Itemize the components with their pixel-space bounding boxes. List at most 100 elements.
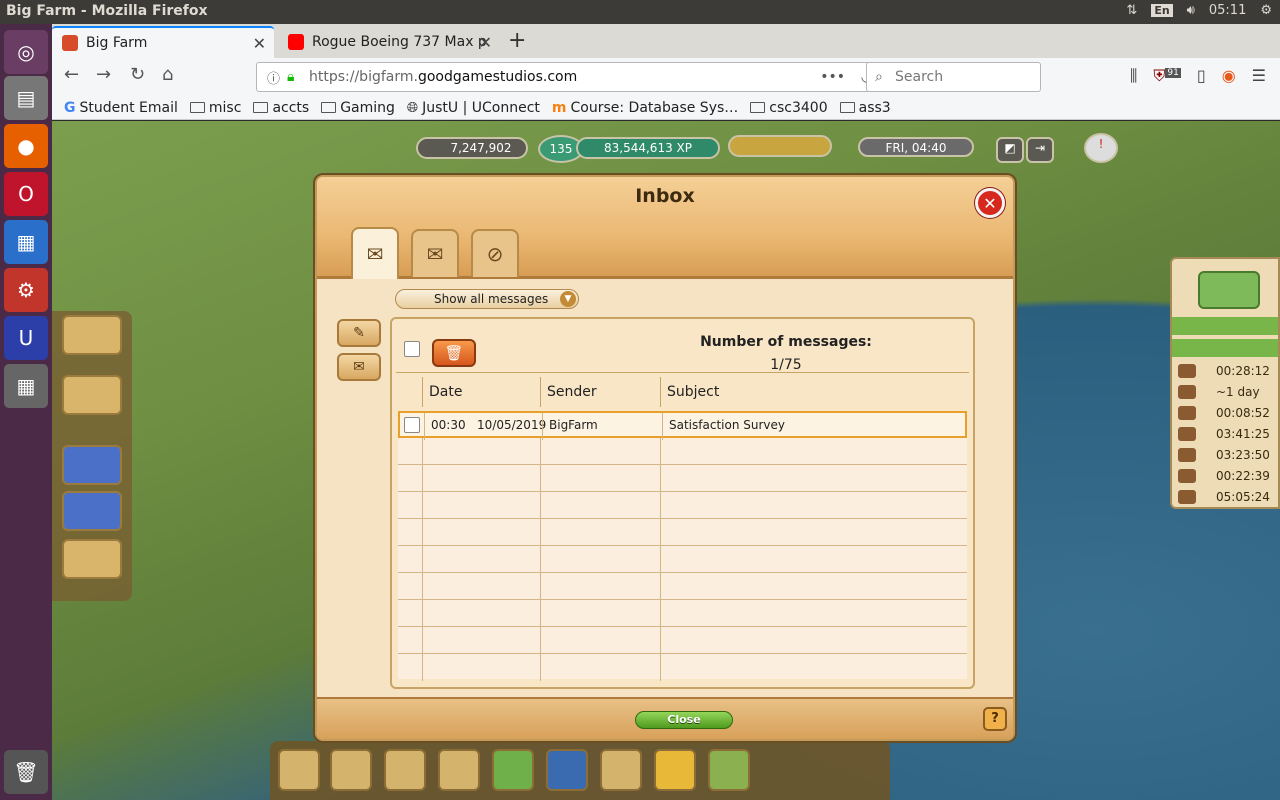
map-button[interactable]: [1198, 271, 1260, 309]
potion-quest-button[interactable]: [62, 315, 122, 355]
url-text[interactable]: https://bigfarm.goodgamestudios.com: [309, 69, 577, 85]
table-row[interactable]: 00:30 10/05/2019 BigFarm Satisfaction Su…: [398, 411, 967, 440]
ubuntu-dash-icon[interactable]: ◎: [4, 30, 48, 74]
big-farm-button[interactable]: [492, 749, 534, 791]
fullscreen-icon[interactable]: ⇥: [1026, 137, 1054, 163]
calendar-event-button-2[interactable]: [62, 491, 122, 531]
shop-button[interactable]: [278, 749, 320, 791]
timer-row[interactable]: 00:28:12: [1178, 361, 1278, 381]
menu-icon[interactable]: ☰: [1252, 66, 1266, 86]
bookmark-label: ass3: [858, 99, 891, 116]
calendar-event-button[interactable]: [62, 445, 122, 485]
tab-sent-messages[interactable]: ✉: [411, 229, 459, 277]
inbox-title: Inbox: [635, 185, 695, 207]
friends-button[interactable]: [438, 749, 480, 791]
opera-icon[interactable]: O: [4, 172, 48, 216]
coins-value: 7,247,902: [450, 141, 512, 155]
tab-rogue-boeing[interactable]: Rogue Boeing 737 Max p ✕: [278, 26, 500, 58]
unreal-icon[interactable]: U: [4, 316, 48, 360]
help-button[interactable]: ?: [983, 707, 1007, 731]
url-bar[interactable]: ⓘ 🔒︎ https://bigfarm.goodgamestudios.com…: [256, 62, 910, 92]
home-icon[interactable]: ⌂: [162, 64, 173, 85]
ublock-icon[interactable]: ⛨ 91: [1153, 66, 1181, 86]
settings-gear-icon[interactable]: ⚙: [1260, 3, 1272, 18]
timer-value: 00:08:52: [1216, 406, 1270, 420]
book-button[interactable]: [546, 749, 588, 791]
folder-icon: [189, 102, 205, 113]
firefox-icon[interactable]: ●: [4, 124, 48, 168]
bookmark-course-database[interactable]: m Course: Database Sys…: [552, 100, 738, 116]
search-input[interactable]: ⌕ Search: [866, 62, 1041, 92]
column-header-date[interactable]: Date: [422, 377, 540, 407]
timer-value: 03:23:50: [1216, 448, 1270, 462]
forward-icon[interactable]: →: [96, 64, 111, 85]
page-actions-icon[interactable]: •••: [820, 69, 845, 85]
timer-row[interactable]: 00:22:39: [1178, 466, 1278, 486]
close-tab-icon[interactable]: ✕: [253, 34, 266, 53]
bookmark-folder-ass3[interactable]: ass3: [839, 99, 891, 116]
tab-big-farm[interactable]: Big Farm ✕: [52, 26, 274, 58]
sidebar-icon[interactable]: ▯: [1197, 66, 1206, 86]
extension-icon[interactable]: ◉: [1222, 66, 1236, 86]
folder-icon: [253, 102, 269, 113]
tab-inbox-messages[interactable]: ✉: [351, 227, 399, 279]
chat-icon[interactable]: ◩: [996, 137, 1024, 163]
farmer-quest-button[interactable]: [62, 539, 122, 579]
network-icon[interactable]: ⇅: [1126, 3, 1137, 18]
bookmark-label: csc3400: [769, 99, 828, 116]
writer-icon[interactable]: ▦: [4, 220, 48, 264]
production-icon: [1178, 406, 1196, 420]
tasks-button[interactable]: [600, 749, 642, 791]
bookmark-student-email[interactable]: G Student Email: [64, 100, 178, 116]
tab-blocked-users[interactable]: ⊘: [471, 229, 519, 277]
calculator-icon[interactable]: ▦: [4, 364, 48, 408]
timer-row[interactable]: 05:05:24: [1178, 487, 1278, 507]
inbox-header: Inbox ✕ ✉ ✉ ⊘: [317, 177, 1013, 279]
row-checkbox[interactable]: [404, 417, 420, 433]
timer-row[interactable]: 03:23:50: [1178, 445, 1278, 465]
bookmark-folder-csc3400[interactable]: csc3400: [750, 99, 828, 116]
message-subject-cell: Satisfaction Survey: [662, 413, 965, 440]
timer-row[interactable]: ~1 day: [1178, 382, 1278, 402]
trophy-button[interactable]: [330, 749, 372, 791]
message-time: 00:30: [431, 418, 466, 432]
select-all-checkbox[interactable]: [404, 341, 420, 357]
close-button[interactable]: Close: [635, 711, 733, 729]
bookmarks-bar: G Student Email misc accts Gaming 🌐︎ JustU…: [52, 96, 1280, 120]
mail-button[interactable]: [384, 749, 426, 791]
close-dialog-icon[interactable]: ✕: [975, 188, 1005, 218]
alert-icon[interactable]: !: [1084, 133, 1118, 163]
lock-icon[interactable]: 🔒︎: [287, 69, 294, 85]
column-header-subject[interactable]: Subject: [660, 377, 966, 407]
close-tab-icon[interactable]: ✕: [479, 33, 492, 52]
timer-value: 05:05:24: [1216, 490, 1270, 504]
system-settings-icon[interactable]: ⚙: [4, 268, 48, 312]
trash-icon[interactable]: 🗑︎: [4, 750, 48, 794]
contacts-button[interactable]: ✉: [337, 353, 381, 381]
bookmark-folder-misc[interactable]: misc: [189, 100, 241, 116]
back-icon[interactable]: ←: [64, 64, 79, 85]
keyboard-layout-indicator[interactable]: En: [1151, 4, 1173, 17]
files-icon[interactable]: ▤: [4, 76, 48, 120]
write-message-button[interactable]: ✎: [337, 319, 381, 347]
timer-row[interactable]: 03:41:25: [1178, 424, 1278, 444]
volume-icon[interactable]: 🔊︎: [1187, 3, 1195, 18]
game-clock: FRI, 04:40: [858, 137, 974, 157]
new-tab-icon[interactable]: +: [508, 28, 526, 53]
message-count-label: Number of messages:: [700, 334, 872, 350]
bookmark-folder-accts[interactable]: accts: [253, 100, 309, 116]
reload-icon[interactable]: ↻: [130, 64, 145, 85]
inventory-button[interactable]: [708, 749, 750, 791]
site-info-icon[interactable]: ⓘ: [267, 68, 280, 87]
library-icon[interactable]: ⫼: [1130, 66, 1137, 86]
message-filter-dropdown[interactable]: Show all messages ▼: [395, 289, 579, 309]
system-clock[interactable]: 05:11: [1209, 3, 1246, 18]
column-header-sender[interactable]: Sender: [540, 377, 660, 407]
message-count-value: 1/75: [770, 357, 802, 373]
bookmark-folder-gaming[interactable]: Gaming: [321, 100, 395, 116]
timer-row[interactable]: 00:08:52: [1178, 403, 1278, 423]
bookmark-justu[interactable]: 🌐︎ JustU | UConnect: [407, 100, 540, 116]
helmet-button[interactable]: [654, 749, 696, 791]
character-quest-button[interactable]: [62, 375, 122, 415]
delete-messages-button[interactable]: 🗑︎: [432, 339, 476, 367]
